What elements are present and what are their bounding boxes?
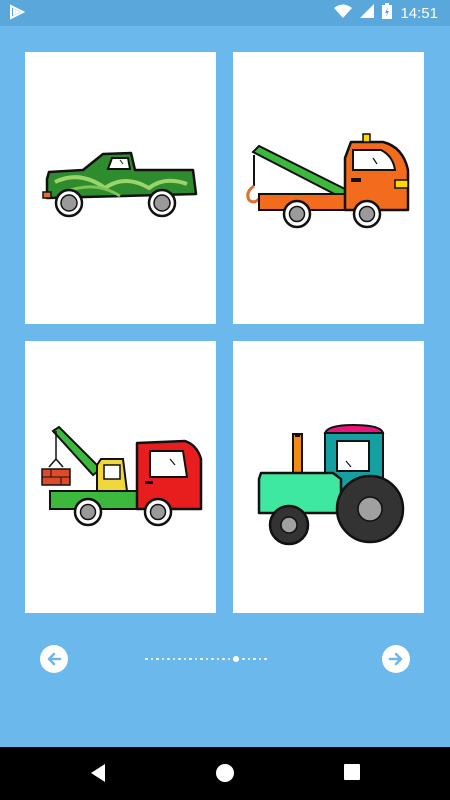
clock: 14:51 (400, 4, 438, 22)
page-dot (253, 657, 256, 661)
page-dot-active (233, 656, 239, 662)
card-tow-truck[interactable] (233, 52, 424, 324)
page-dot (247, 657, 250, 661)
page-dot (264, 657, 267, 661)
page-dot (167, 657, 170, 661)
status-bar: 14:51 (0, 0, 450, 26)
page-dot (200, 657, 203, 661)
page-dot (161, 657, 164, 661)
cell-signal-icon (360, 3, 375, 23)
arrow-left-icon (47, 652, 62, 666)
page-dot (172, 657, 175, 661)
page-dot (178, 657, 181, 661)
page-dot (242, 657, 245, 661)
page-dot (222, 657, 225, 661)
page-dot (145, 657, 148, 661)
battery-charging-icon (382, 2, 393, 24)
page-dot (205, 657, 208, 661)
system-nav-bar (0, 747, 450, 800)
page-dot (258, 657, 261, 661)
page-indicator (145, 654, 307, 664)
arrow-right-icon (388, 652, 403, 666)
page-dot (227, 657, 230, 661)
next-page-button[interactable] (382, 645, 410, 673)
card-tractor[interactable] (233, 341, 424, 613)
back-icon[interactable] (89, 763, 107, 788)
page-dot (156, 657, 159, 661)
page-dot (183, 657, 186, 661)
recents-icon[interactable] (343, 763, 361, 786)
notification-icon (9, 4, 26, 25)
tow-truck-illustration (246, 133, 410, 229)
page-dot (194, 657, 197, 661)
crane-truck-illustration (41, 425, 203, 527)
card-pickup-truck[interactable] (25, 52, 216, 324)
page-dot (216, 657, 219, 661)
page-dot (211, 657, 214, 661)
wifi-icon (334, 4, 353, 23)
page-dot (189, 657, 192, 661)
prev-page-button[interactable] (40, 645, 68, 673)
page-dot (150, 657, 153, 661)
card-crane-truck[interactable] (25, 341, 216, 613)
tractor-illustration (257, 423, 405, 546)
pickup-truck-illustration (42, 151, 198, 218)
home-icon[interactable] (215, 763, 235, 788)
